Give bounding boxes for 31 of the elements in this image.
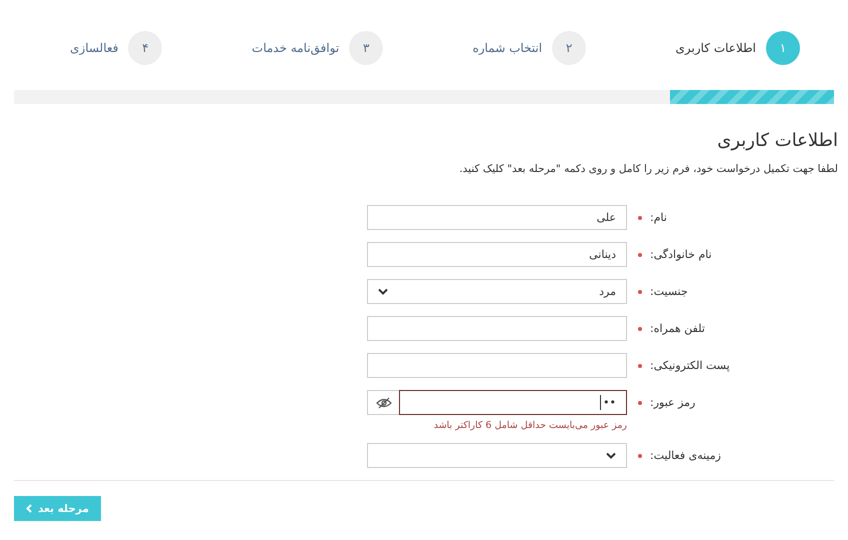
field-label: پست الکترونیکی: xyxy=(650,359,730,372)
instruction-text: لطفا جهت تکمیل درخواست خود، فرم زیر را کامل و روی دکمه "مرحله بعد" کلیک کنید. xyxy=(458,163,838,175)
text-field[interactable] xyxy=(367,353,627,378)
chevron-down-icon xyxy=(606,452,616,459)
field-label: رمز عبور: xyxy=(650,396,696,409)
text-field[interactable]: علی xyxy=(367,205,627,230)
step-label: انتخاب شماره xyxy=(472,41,542,55)
dropdown-value: مرد xyxy=(599,285,616,298)
section-heading: اطلاعات کاربری xyxy=(716,130,838,151)
step-number: ۴ xyxy=(128,31,162,65)
chevron-left-icon xyxy=(26,504,32,513)
field-label: نام خانوادگی: xyxy=(650,248,712,261)
dropdown-field[interactable] xyxy=(367,443,627,468)
dropdown-field[interactable]: مرد xyxy=(367,279,627,304)
hide-password-button[interactable] xyxy=(367,390,399,415)
step-label: توافق‌نامه خدمات xyxy=(252,41,340,55)
field-label: جنسیت: xyxy=(650,285,688,298)
field-label: زمینه‌ی فعالیت: xyxy=(650,449,721,462)
error-message: رمز عبور می‌بایست حداقل شامل 6 کاراکتر باشد xyxy=(432,420,627,431)
step-label: فعالسازی xyxy=(70,41,118,55)
step-number: ۲ xyxy=(552,31,586,65)
chevron-down-icon xyxy=(378,288,388,295)
step-number: ۱ xyxy=(766,31,800,65)
text-field[interactable]: دینانی xyxy=(367,242,627,267)
password-field[interactable]: •• xyxy=(399,390,627,415)
step-label: اطلاعات کاربری xyxy=(676,41,756,55)
field-label: تلفن همراه: xyxy=(650,322,705,335)
field-label: نام: xyxy=(650,211,667,224)
eye-slash-icon xyxy=(376,396,392,408)
text-field[interactable] xyxy=(367,316,627,341)
step-number: ۳ xyxy=(349,31,384,65)
